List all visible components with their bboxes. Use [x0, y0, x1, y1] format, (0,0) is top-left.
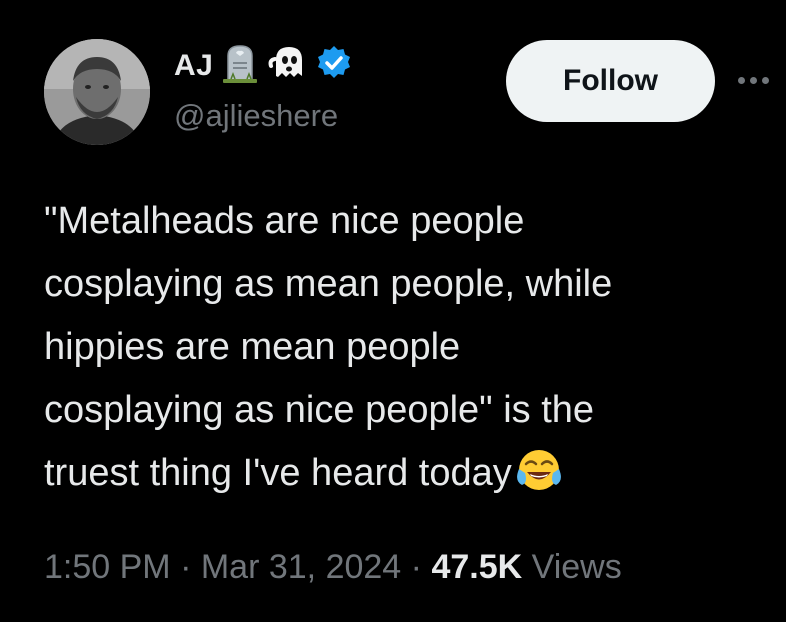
meta-separator: · [410, 548, 422, 586]
verified-icon[interactable] [315, 44, 353, 87]
tweet-meta: 1:50 PM · Mar 31, 2024 · 47.5K Views [44, 548, 622, 587]
tweet-line-last: truest thing I've heard today [44, 442, 764, 513]
views-count[interactable]: 47.5K [431, 548, 522, 586]
more-icon[interactable] [738, 62, 786, 98]
face-with-tears-of-joy-icon [516, 447, 562, 513]
tweet-line: cosplaying as nice people" is the [44, 389, 595, 431]
more-dot [762, 76, 769, 84]
tweet-text: "Metalheads are nice people cosplaying a… [44, 190, 764, 513]
more-dot [750, 76, 757, 84]
headstone-icon [219, 42, 261, 89]
display-name[interactable]: AJ [174, 49, 213, 83]
tweet-line: cosplaying as mean people, while [44, 263, 613, 305]
user-handle[interactable]: @ajlieshere [174, 98, 338, 134]
avatar-photo [44, 39, 150, 145]
views-label: Views [531, 548, 622, 586]
avatar[interactable] [44, 39, 150, 145]
follow-button[interactable]: Follow [506, 40, 715, 122]
meta-separator: · [180, 548, 192, 586]
tweet-line: hippies are mean people [44, 326, 461, 368]
tweet-date[interactable]: Mar 31, 2024 [201, 548, 401, 586]
more-dot [738, 76, 745, 84]
display-name-row: AJ [174, 42, 353, 89]
ghost-icon [267, 42, 309, 89]
tweet-line: truest thing I've heard today [44, 452, 512, 494]
tweet-time[interactable]: 1:50 PM [44, 548, 171, 586]
tweet-line: "Metalheads are nice people [44, 200, 525, 242]
